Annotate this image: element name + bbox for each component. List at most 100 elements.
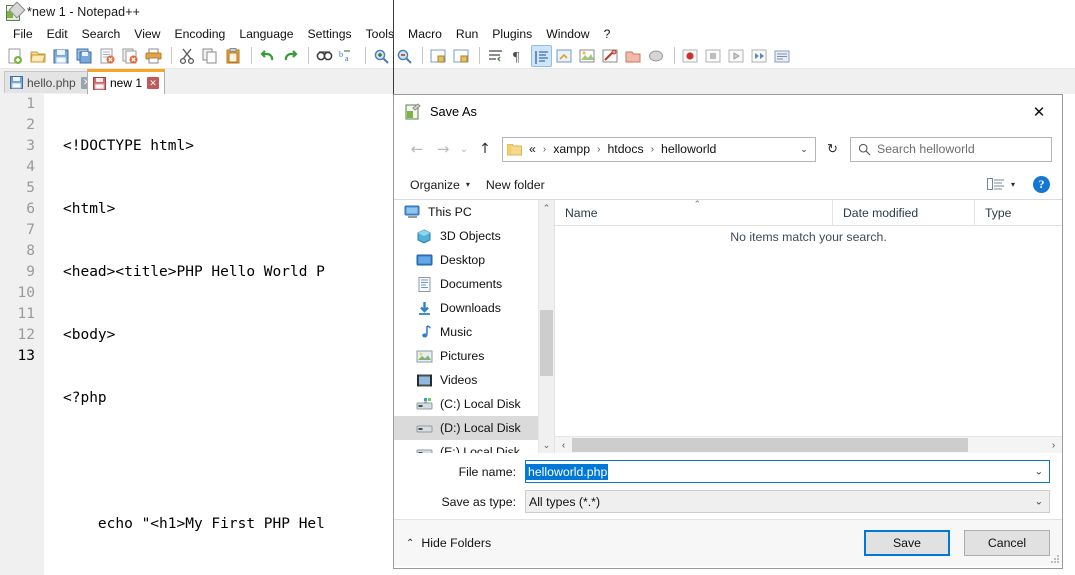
copy-icon[interactable] [200, 45, 221, 67]
toolbar-separator [308, 47, 309, 64]
scroll-left-icon[interactable]: ‹ [555, 437, 572, 453]
save-all-icon[interactable] [74, 45, 95, 67]
hide-folders-button[interactable]: ⌃ Hide Folders [406, 536, 491, 550]
menu-run[interactable]: Run [449, 26, 485, 42]
menu-settings[interactable]: Settings [301, 26, 359, 42]
back-button[interactable]: ← [404, 136, 430, 162]
sidebar-item-c-drive[interactable]: (C:) Local Disk [394, 392, 554, 416]
zoom-out-icon[interactable] [394, 45, 415, 67]
menu-macro[interactable]: Macro [401, 26, 449, 42]
scroll-up-icon[interactable]: ⌃ [539, 200, 554, 216]
line-number: 1 [26, 96, 35, 112]
filelist-horizontal-scrollbar[interactable]: ‹ › [555, 436, 1062, 453]
sidebar-item-d-drive[interactable]: (D:) Local Disk [394, 416, 554, 440]
open-file-icon[interactable] [28, 45, 49, 67]
folder-as-workspace-icon[interactable] [623, 45, 644, 67]
refresh-button[interactable]: ↻ [818, 136, 847, 163]
change-view-button[interactable]: ▾ [979, 174, 1023, 195]
save-as-type-select[interactable]: All types (*.*) ⌄ [525, 490, 1050, 513]
record-macro-icon[interactable] [680, 45, 701, 67]
forward-button[interactable]: → [430, 136, 456, 162]
sidebar-scrollbar[interactable]: ⌃ ⌄ [538, 200, 554, 453]
close-all-icon[interactable] [120, 45, 141, 67]
column-label: Name [565, 205, 598, 220]
document-map-icon[interactable] [577, 45, 598, 67]
close-icon[interactable]: ✕ [1016, 95, 1062, 128]
sidebar-item-pictures[interactable]: Pictures [394, 344, 554, 368]
sidebar-item-e-drive[interactable]: (E:) Local Disk [394, 440, 554, 453]
scrollbar-thumb[interactable] [572, 438, 968, 452]
stop-recording-icon[interactable] [703, 45, 724, 67]
chevron-down-icon[interactable]: ⌄ [793, 138, 815, 161]
breadcrumb-helloworld[interactable]: helloworld [660, 142, 717, 156]
run-macro-multiple-icon[interactable] [749, 45, 770, 67]
search-box[interactable]: Search helloworld [850, 136, 1052, 162]
show-all-characters-icon[interactable]: ¶ [508, 45, 529, 67]
monitoring-icon[interactable] [646, 45, 667, 67]
cancel-button[interactable]: Cancel [964, 530, 1050, 556]
sync-vertical-scroll-icon[interactable] [428, 45, 449, 67]
new-file-icon[interactable] [5, 45, 26, 67]
find-icon[interactable] [314, 45, 335, 67]
chevron-down-icon[interactable]: ⌄ [1035, 466, 1043, 477]
sidebar-item-music[interactable]: Music [394, 320, 554, 344]
file-list[interactable]: ⌃ Name Date modified Type No items match… [555, 199, 1062, 453]
save-icon[interactable] [51, 45, 72, 67]
sidebar-item-this-pc[interactable]: This PC [394, 200, 554, 224]
run-icon[interactable] [772, 45, 793, 67]
scroll-down-icon[interactable]: ⌄ [539, 437, 554, 453]
save-button[interactable]: Save [864, 530, 950, 556]
undo-icon[interactable] [257, 45, 278, 67]
print-icon[interactable] [143, 45, 164, 67]
resize-grip[interactable] [1050, 554, 1060, 564]
sidebar-item-documents[interactable]: Documents [394, 272, 554, 296]
close-file-icon[interactable] [97, 45, 118, 67]
column-date-modified[interactable]: Date modified [833, 200, 975, 225]
zoom-in-icon[interactable] [371, 45, 392, 67]
sidebar-item-videos[interactable]: Videos [394, 368, 554, 392]
address-bar[interactable]: « › xampp › htdocs › helloworld ⌄ [502, 136, 816, 162]
word-wrap-icon[interactable] [485, 45, 506, 67]
sidebar-item-3d-objects[interactable]: 3D Objects [394, 224, 554, 248]
function-list-icon[interactable] [600, 45, 621, 67]
menu-edit[interactable]: Edit [40, 26, 75, 42]
cut-icon[interactable] [177, 45, 198, 67]
menu-tools[interactable]: Tools [359, 26, 401, 42]
indent-guide-icon[interactable] [531, 44, 552, 67]
new-folder-button[interactable]: New folder [478, 175, 553, 195]
menu-file[interactable]: File [6, 26, 40, 42]
fold-margin[interactable] [44, 94, 58, 575]
sidebar-item-downloads[interactable]: Downloads [394, 296, 554, 320]
paste-icon[interactable] [223, 45, 244, 67]
up-button[interactable]: ↑ [472, 136, 498, 162]
menu-window[interactable]: Window [539, 26, 596, 42]
scrollbar-thumb[interactable] [540, 310, 553, 376]
user-defined-language-icon[interactable] [554, 45, 575, 67]
breadcrumb-htdocs[interactable]: htdocs [606, 142, 644, 156]
menu-language[interactable]: Language [232, 26, 300, 42]
breadcrumb-xampp[interactable]: xampp [552, 142, 591, 156]
help-button[interactable]: ? [1033, 176, 1050, 193]
tab-new-1[interactable]: new 1 ✕ [87, 69, 166, 94]
search-input[interactable]: Search helloworld [877, 142, 975, 156]
redo-icon[interactable] [280, 45, 301, 67]
replace-icon[interactable]: ba [337, 45, 358, 67]
menu-search[interactable]: Search [75, 26, 128, 42]
scroll-right-icon[interactable]: › [1045, 437, 1062, 453]
tab-hello-php[interactable]: hello.php ✕ [4, 71, 99, 93]
close-icon[interactable]: ✕ [147, 77, 160, 89]
recent-locations-button[interactable]: ⌄ [456, 136, 472, 162]
chevron-down-icon[interactable]: ⌄ [1035, 496, 1043, 507]
file-name-input[interactable]: helloworld.php ⌄ [525, 460, 1050, 483]
sync-horizontal-scroll-icon[interactable] [451, 45, 472, 67]
menu-plugins[interactable]: Plugins [485, 26, 539, 42]
menu-view[interactable]: View [127, 26, 167, 42]
column-name[interactable]: ⌃ Name [555, 199, 833, 225]
menu-help[interactable]: ? [597, 26, 618, 42]
sidebar-item-desktop[interactable]: Desktop [394, 248, 554, 272]
column-type[interactable]: Type [975, 200, 1055, 225]
play-macro-icon[interactable] [726, 45, 747, 67]
organize-button[interactable]: Organize ▾ [402, 175, 478, 195]
notepad-plus-plus-icon [5, 1, 26, 21]
menu-encoding[interactable]: Encoding [167, 26, 232, 42]
